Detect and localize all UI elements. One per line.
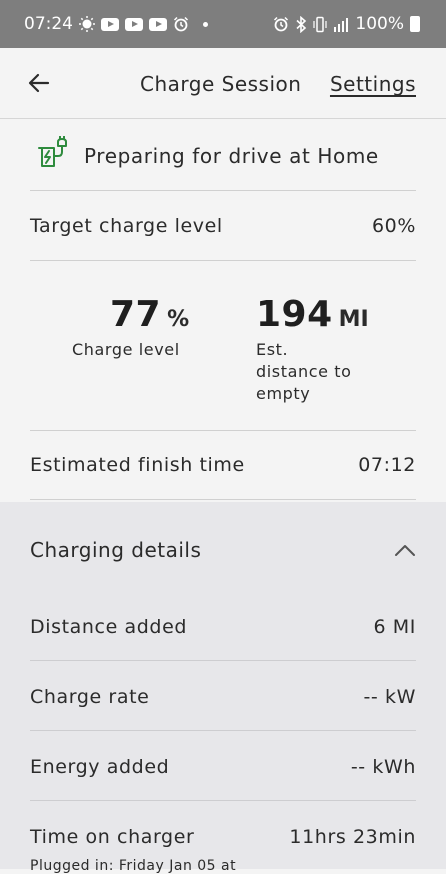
- detail-value: -- kW: [363, 686, 416, 708]
- distance-label: Est. distance to empty: [256, 339, 369, 405]
- target-charge-label: Target charge level: [30, 215, 223, 237]
- finish-time-row: Estimated finish time 07:12: [30, 454, 416, 476]
- detail-label: Energy added: [30, 756, 170, 778]
- divider: [30, 430, 416, 431]
- settings-link[interactable]: Settings: [330, 72, 416, 96]
- alarm-icon: [273, 16, 289, 32]
- detail-row: Charge rate -- kW: [30, 686, 416, 708]
- plug-charging-icon: [36, 135, 70, 176]
- status-message-row: Preparing for drive at Home: [36, 135, 379, 176]
- finish-time-value: 07:12: [358, 454, 416, 476]
- target-charge-row[interactable]: Target charge level 60%: [30, 215, 416, 237]
- status-bar-right: 100%: [273, 14, 420, 34]
- detail-label: Time on charger: [30, 826, 195, 848]
- youtube-icon: [125, 17, 143, 31]
- detail-row: Time on charger 11hrs 23min: [30, 826, 416, 848]
- divider: [30, 499, 416, 500]
- charging-details-title[interactable]: Charging details: [30, 538, 201, 562]
- charging-details-panel: Charging details Distance added 6 MI Cha…: [0, 502, 446, 874]
- page-title: Charge Session: [140, 72, 302, 96]
- distance-label-line: empty: [256, 384, 311, 403]
- detail-row: Distance added 6 MI: [30, 616, 416, 638]
- divider: [30, 260, 416, 261]
- charge-level-stat: 77% Charge level: [72, 294, 189, 361]
- detail-value: 11hrs 23min: [289, 826, 416, 848]
- divider: [30, 190, 416, 191]
- detail-value: -- kWh: [350, 756, 416, 778]
- divider: [30, 660, 416, 661]
- status-bar: 07:24 100%: [0, 0, 446, 48]
- signal-icon: [333, 17, 349, 32]
- detail-row: Energy added -- kWh: [30, 756, 416, 778]
- app-bar: Charge Session Settings: [0, 48, 446, 119]
- finish-time-label: Estimated finish time: [30, 454, 245, 476]
- distance-label-line: Est.: [256, 340, 289, 359]
- distance-stat: 194 MI Est. distance to empty: [256, 294, 369, 405]
- brightness-icon: [79, 16, 95, 32]
- divider: [30, 800, 416, 801]
- status-time: 07:24: [24, 14, 73, 34]
- youtube-icon: [101, 17, 119, 31]
- vibrate-icon: [313, 16, 327, 33]
- distance-unit: MI: [338, 307, 369, 332]
- battery-percent: 100%: [355, 14, 404, 34]
- chevron-up-icon[interactable]: [394, 542, 416, 556]
- detail-value: 6 MI: [373, 616, 416, 638]
- charge-level-label: Charge level: [72, 340, 180, 359]
- status-message: Preparing for drive at Home: [84, 144, 379, 168]
- status-bar-left: 07:24: [24, 14, 208, 34]
- target-charge-value: 60%: [371, 215, 416, 237]
- alarm-icon: [173, 16, 189, 32]
- detail-label: Distance added: [30, 616, 188, 638]
- youtube-icon: [149, 17, 167, 31]
- charge-level-unit: %: [167, 307, 190, 332]
- distance-label-line: distance to: [256, 362, 352, 381]
- bluetooth-icon: [295, 15, 307, 33]
- charge-level-value: 77: [110, 294, 162, 335]
- dot-icon: [203, 21, 208, 27]
- detail-label: Charge rate: [30, 686, 150, 708]
- distance-value: 194: [256, 294, 333, 335]
- back-arrow-icon[interactable]: [26, 68, 56, 98]
- divider: [30, 730, 416, 731]
- plugged-in-note: Plugged in: Friday Jan 05 at: [30, 858, 237, 874]
- battery-icon: [410, 16, 420, 32]
